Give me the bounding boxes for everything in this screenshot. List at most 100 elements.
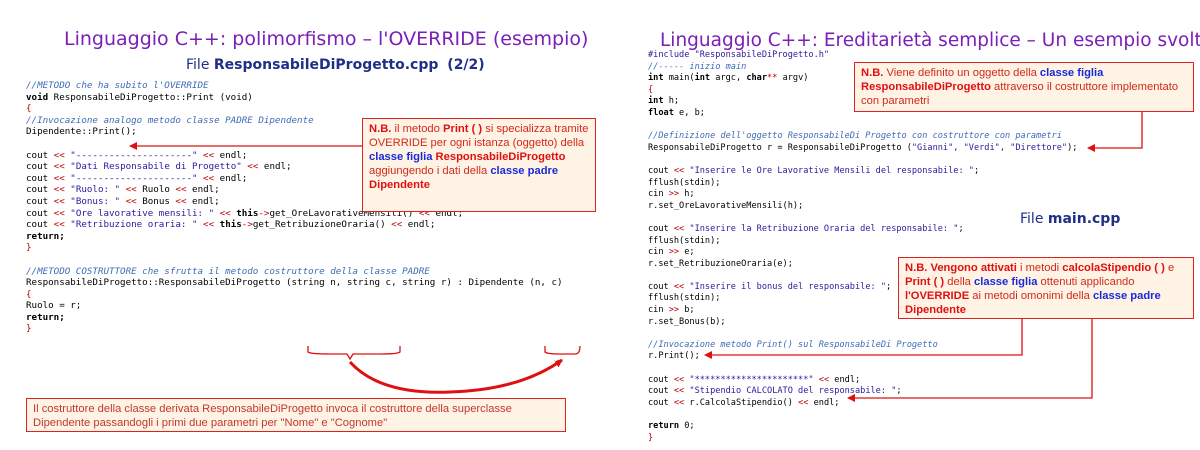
code-line — [648, 154, 1077, 166]
code-token: cout — [26, 184, 54, 196]
note-text: il metodo — [391, 123, 443, 135]
code-token: << — [203, 219, 215, 231]
code-line — [648, 120, 1077, 132]
code-token: e; — [679, 247, 695, 258]
code-token: ; — [973, 165, 980, 176]
note-keyword: classe derivata — [124, 403, 200, 415]
code-token: char — [746, 73, 768, 84]
note-constructor: Il costruttore della classe derivata Res… — [26, 398, 566, 432]
code-token: h; — [663, 96, 680, 107]
code-token: << — [391, 219, 403, 231]
code-line: cout << "Inserire la Retribuzione Oraria… — [648, 224, 1077, 236]
code-token: //Definizione dell'oggetto ResponsabileD… — [648, 131, 1062, 142]
code-token: << — [673, 223, 685, 234]
code-token: } — [648, 432, 654, 443]
code-line: //METODO COSTRUTTORE che sfrutta il meto… — [26, 266, 563, 278]
code-token: "Inserire le Ore Lavorative Mensili del … — [684, 165, 974, 176]
code-token: << — [53, 219, 65, 231]
code-token: >> — [668, 189, 680, 200]
file-page: (2/2) — [447, 57, 485, 73]
code-token: #include "ResponsabileDiProgetto.h" — [648, 50, 830, 60]
code-token: "**********************" — [684, 374, 819, 385]
nb-label: N.B. — [905, 262, 928, 274]
code-token: ResponsabileDiProgetto::ResponsabileDiPr… — [26, 277, 563, 289]
note-text: aggiungendo i dati della — [369, 165, 491, 177]
code-line: cout << "Inserire le Ore Lavorative Mens… — [648, 166, 1077, 178]
note-keyword: superclasse — [452, 403, 512, 415]
code-line: ResponsabileDiProgetto r = ResponsabileD… — [648, 143, 1077, 155]
code-token: cout — [648, 397, 674, 408]
code-token: cout — [26, 172, 54, 184]
code-token: << — [247, 161, 259, 173]
code-token: << — [53, 207, 65, 219]
code-token: this — [230, 207, 259, 219]
code-token: } — [26, 323, 32, 335]
code-token: ; — [886, 281, 892, 292]
code-token: int — [648, 73, 664, 84]
code-token: << — [53, 184, 65, 196]
code-line — [648, 363, 1077, 375]
code-line: fflush(stdin); — [648, 178, 1077, 190]
code-token: ; — [896, 386, 902, 397]
note-text: Viene definito un oggetto della — [883, 67, 1040, 79]
code-token: "---------------------" — [64, 172, 204, 184]
code-line: { — [26, 289, 563, 301]
code-token: "Inserire il bonus del responsabile: " — [684, 281, 887, 292]
code-token: << — [53, 149, 65, 161]
code-line: cout << "**********************" << endl… — [648, 375, 1077, 387]
code-token: e, b; — [673, 107, 705, 118]
code-line: r.Print(); — [648, 351, 1077, 363]
code-token: << — [53, 195, 65, 207]
code-token: r.Print(); — [648, 351, 700, 362]
note-object-definition: N.B. Viene definito un oggetto della cla… — [854, 62, 1194, 112]
slide-left: Linguaggio C++: polimorfismo – l'OVERRID… — [0, 0, 600, 450]
code-line: return 0; — [648, 421, 1077, 433]
code-token: "Bonus: " — [64, 195, 126, 207]
code-token: "Inserire la Retribuzione Oraria del res… — [684, 223, 959, 234]
code-line — [648, 212, 1077, 224]
code-token: float — [648, 107, 674, 118]
slide-title: Linguaggio C++: Ereditarietà semplice – … — [660, 30, 1200, 51]
code-line: Ruolo = r; — [26, 300, 563, 312]
code-token: >> — [668, 247, 680, 258]
code-line: } — [26, 242, 563, 254]
code-token: << — [673, 281, 685, 292]
code-token: << — [673, 386, 685, 397]
code-token: //METODO che ha subito l'OVERRIDE — [26, 80, 209, 91]
code-line: void ResponsabileDiProgetto::Print (void… — [26, 92, 563, 104]
code-line — [648, 328, 1077, 340]
note-keyword: Print ( ) — [443, 123, 483, 135]
code-line: { — [26, 103, 563, 115]
note-keyword: l'OVERRIDE — [905, 290, 970, 302]
code-line: cout << r.CalcolaStipendio() << endl; — [648, 398, 1077, 410]
code-token: get_RetribuzioneOraria() — [252, 219, 392, 231]
code-token: << — [673, 374, 685, 385]
code-line: #include "ResponsabileDiProgetto.h" — [648, 50, 1077, 62]
code-token: argc, — [710, 73, 747, 84]
code-line: return; — [26, 231, 563, 243]
code-line: return; — [26, 312, 563, 324]
code-token: cin — [648, 247, 669, 258]
note-keyword: Dipendente — [905, 304, 966, 316]
code-line: cout << "Retribuzione oraria: " << this-… — [26, 219, 563, 231]
code-token: "Ruolo: " — [64, 184, 126, 196]
code-token: cout — [26, 161, 54, 173]
code-token: << — [818, 374, 830, 385]
code-token: "Ore lavorative mensili: " — [64, 207, 220, 219]
slide-title: Linguaggio C++: polimorfismo – l'OVERRID… — [64, 28, 589, 50]
code-line: r.set_OreLavorativeMensili(h); — [648, 201, 1077, 213]
code-token: cin — [648, 189, 669, 200]
code-token: endl; — [186, 195, 220, 207]
code-token: << — [798, 397, 809, 408]
code-token: << — [673, 165, 685, 176]
code-line: cout << "Stipendio CALCOLATO del respons… — [648, 386, 1077, 398]
code-token: void — [26, 91, 49, 103]
note-text: Il costruttore della — [33, 403, 125, 415]
code-token: r.set_OreLavorativeMensili(h); — [648, 200, 804, 211]
note-keyword: classe figlia — [974, 276, 1038, 288]
code-token: r.set_RetribuzioneOraria(e); — [648, 258, 793, 269]
code-token: { — [26, 103, 32, 115]
